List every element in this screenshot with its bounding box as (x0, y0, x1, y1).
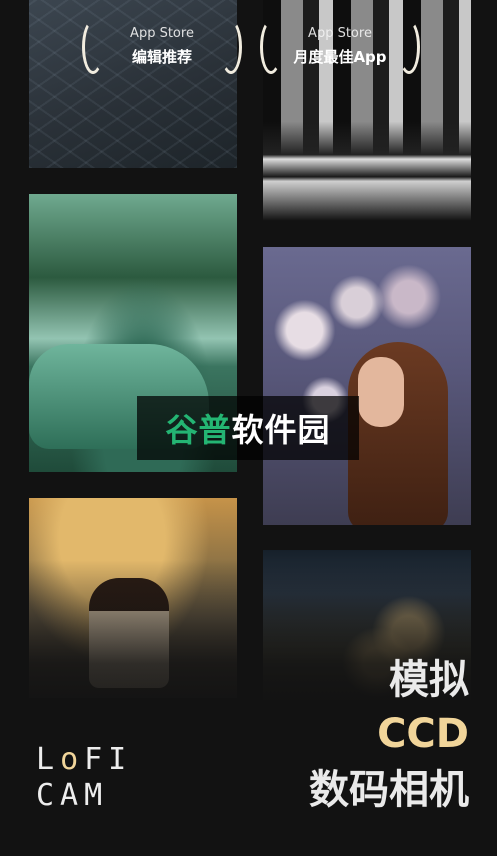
logo-fi: FI (84, 742, 133, 777)
watermark: 谷普 软件园 (137, 396, 359, 460)
award-title: 编辑推荐 (131, 48, 192, 66)
laurel-right-icon (398, 20, 420, 74)
award-store-label: App Store (130, 26, 194, 41)
logo-line-2: CAM (36, 778, 109, 813)
award-badge-monthly-best: App Store 月度最佳App (260, 18, 420, 74)
logo-l: L (36, 742, 61, 777)
award-title: 月度最佳App (293, 48, 387, 66)
logo-line-1: LoFI (36, 742, 136, 778)
tagline-line-3: 数码相机 (309, 767, 469, 813)
app-logo: LoFI CAM (36, 742, 136, 814)
photo-blossom-portrait (263, 247, 471, 525)
watermark-green-text: 谷普 (165, 411, 232, 449)
tagline-line-1: 模拟 (389, 657, 469, 703)
logo-o: o (60, 742, 85, 777)
watermark-white-text: 软件园 (231, 411, 331, 449)
award-badge-editors-choice: App Store 编辑推荐 (82, 18, 242, 74)
tagline-line-2: CCD (377, 711, 469, 757)
award-store-label: App Store (308, 26, 372, 41)
laurel-right-icon (220, 20, 242, 74)
